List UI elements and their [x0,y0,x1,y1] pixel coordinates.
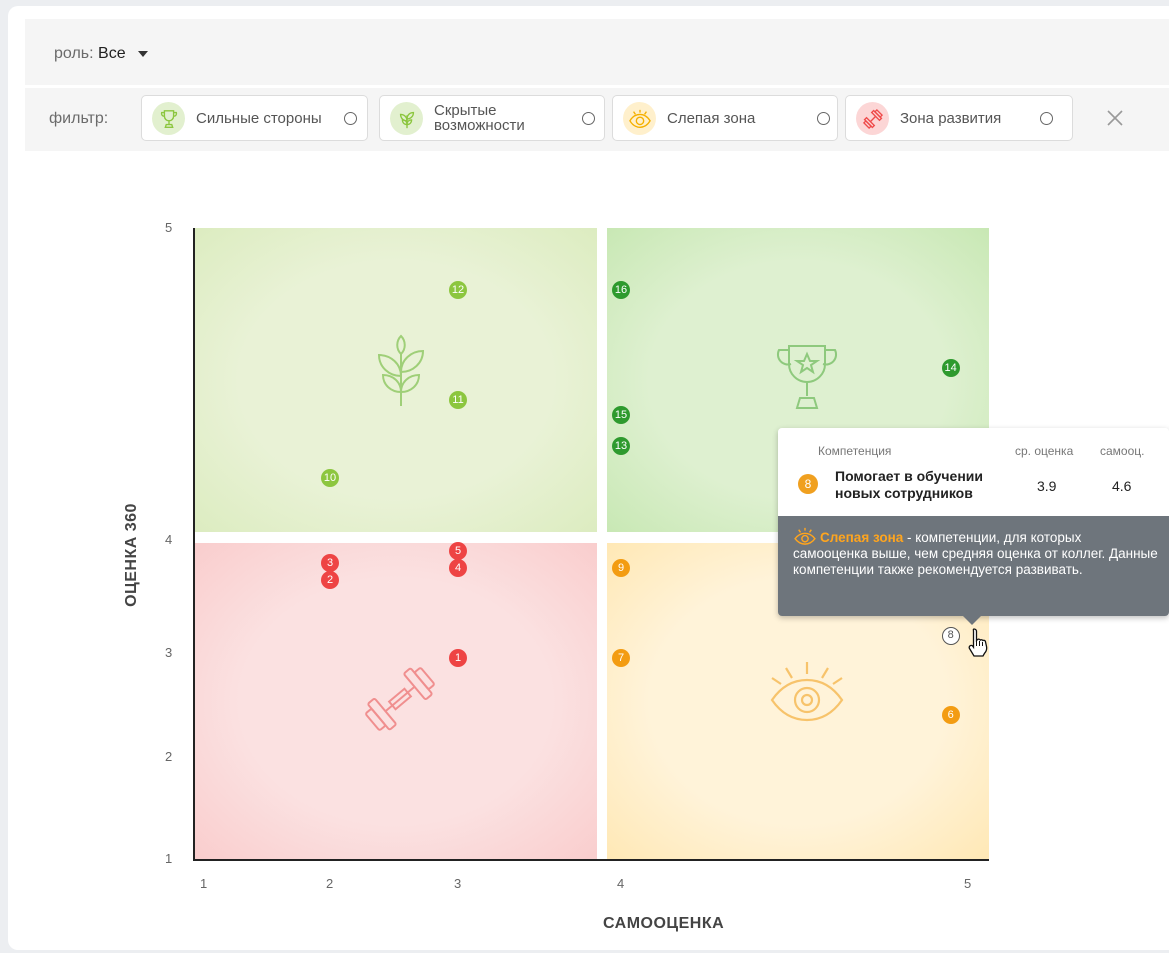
chart-point-15[interactable]: 15 [612,406,630,425]
chart-point-11[interactable]: 11 [449,390,467,409]
filter-chip-blind[interactable]: Слепая зона [612,95,838,141]
x-axis [193,859,989,861]
tooltip-competence-name: Помогает в обучении новых сотрудников [835,468,983,501]
tooltip-col-avg: ср. оценка [1015,444,1074,458]
chart-point-2[interactable]: 2 [321,570,339,589]
chart-point-16[interactable]: 16 [612,281,630,300]
y-axis-title: ОЦЕНКА 360 [123,503,140,607]
tooltip-zone-description: Слепая зона - компетенции, для которых с… [793,527,1159,578]
filter-bar: фильтр: Сильные стороны Скрытые возможно… [25,88,1169,151]
x-tick-label: 3 [454,876,462,891]
chart-point-13[interactable]: 13 [612,437,630,456]
y-tick-label: 2 [165,749,173,764]
tooltip-avg-value: 3.9 [1037,478,1057,494]
filter-chip-label: Слепая зона [667,109,756,127]
radio-icon[interactable] [582,112,595,125]
filter-label: фильтр: [49,110,109,127]
tooltip-zone-name: Слепая зона [820,530,904,545]
chart-point-14[interactable]: 14 [941,359,960,378]
dumbbell-icon [856,102,889,135]
role-bar: роль: Все [25,19,1169,85]
y-axis [193,228,195,861]
role-label: роль: [54,45,94,62]
chart-point-9[interactable]: 9 [612,559,630,578]
x-tick-label: 1 [200,876,208,891]
filter-chip-development[interactable]: Зона развития [845,95,1073,141]
trophy-icon [776,345,838,409]
eye-icon [794,527,816,545]
y-tick-label: 5 [165,220,173,235]
tooltip-arrow [963,616,981,625]
filter-chip-strengths[interactable]: Сильные стороны [141,95,368,141]
eye-icon [770,662,844,722]
filter-chip-hidden[interactable]: Скрытые возможности [379,95,605,141]
leaf-icon [390,102,423,135]
hand-cursor-icon [968,628,988,657]
chart-point-3[interactable]: 3 [321,553,339,572]
tooltip-col-competence: Компетенция [818,444,892,458]
caret-down-icon [138,50,149,57]
x-tick-label: 2 [326,876,334,891]
x-tick-label: 4 [617,876,625,891]
chart-point-12[interactable]: 12 [449,281,467,300]
radio-icon[interactable] [344,112,357,125]
chart-point-4[interactable]: 4 [449,559,467,578]
role-selector[interactable]: роль: Все [54,45,149,63]
y-tick-label: 1 [165,851,173,866]
competence-tooltip: Компетенция ср. оценка самооц. 8 Помогае… [778,428,1169,625]
chart-point-6[interactable]: 6 [941,706,960,725]
chart-point-7[interactable]: 7 [612,649,630,668]
radio-icon[interactable] [817,112,830,125]
close-icon[interactable] [1103,106,1127,130]
filter-chip-label: Скрытые возможности [434,102,525,134]
trophy-icon [152,102,185,135]
tooltip-col-self: самооц. [1100,444,1145,458]
filter-chip-label: Зона развития [900,109,1002,127]
eye-icon [623,102,656,135]
radio-icon[interactable] [1040,112,1053,125]
tooltip-point-badge: 8 [798,474,818,494]
filter-chip-label: Сильные стороны [196,109,322,127]
tooltip-self-value: 4.6 [1112,478,1132,494]
chart-point-10[interactable]: 10 [321,468,339,487]
x-axis-title: САМООЦЕНКА [603,915,725,932]
chart-point-1[interactable]: 1 [449,649,467,668]
x-tick-label: 5 [964,876,972,891]
dumbbell-icon [365,667,435,731]
y-tick-label: 3 [165,645,173,660]
role-value: Все [98,45,126,62]
y-tick-label: 4 [165,532,173,547]
leaf-icon [377,334,425,406]
chart-point-8[interactable]: 8 [941,627,960,646]
chart-point-5[interactable]: 5 [449,542,467,561]
